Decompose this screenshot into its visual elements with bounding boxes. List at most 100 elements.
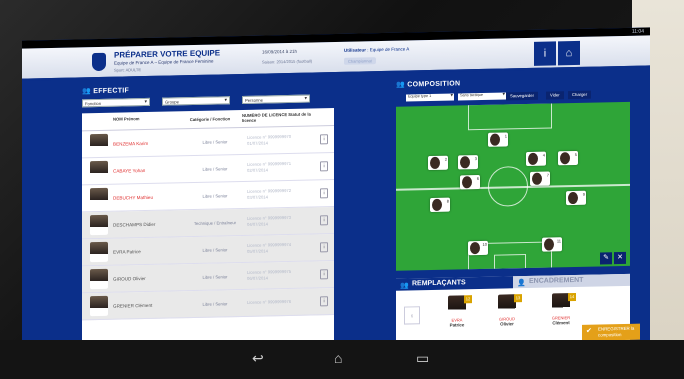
- user-info: Utilisateur : Equipe de France A: [344, 46, 410, 53]
- recents-icon[interactable]: ▭: [416, 350, 429, 367]
- home-icon: ⌂: [565, 47, 573, 60]
- edit-pencil-icon[interactable]: ✎: [600, 252, 612, 265]
- team-type-select[interactable]: Equipe type 1: [406, 93, 454, 102]
- player-licence: Licence n° 9999999971 02/07/2014: [247, 160, 292, 173]
- filter-groupe[interactable]: Groupe: [162, 96, 230, 106]
- player-number: 2: [444, 156, 447, 162]
- tactic-select[interactable]: Sans tactique: [458, 92, 506, 101]
- fff-logo-icon: [92, 52, 106, 72]
- effectif-title: EFFECTIF: [93, 87, 130, 96]
- page-subtitle-2: Sport: ADULTE: [114, 67, 142, 73]
- player-number: 1: [504, 133, 507, 139]
- tab-remplacants-label: REMPLAÇANTS: [412, 279, 466, 288]
- player-number: 3: [474, 156, 477, 162]
- save-icon: ✔: [586, 327, 592, 335]
- composition-selects: Equipe type 1 Sans tactique: [406, 92, 506, 102]
- pitch-player[interactable]: 10: [468, 240, 488, 256]
- player-name: GRENIER Clément: [113, 302, 153, 309]
- user-label: Utilisateur: [344, 47, 367, 53]
- staff-icon: 👤: [517, 280, 526, 288]
- player-info-button[interactable]: i: [320, 188, 328, 199]
- pitch-player[interactable]: 9: [566, 190, 586, 206]
- player-info-button[interactable]: i: [320, 296, 328, 307]
- avatar: [90, 295, 108, 317]
- avatar: [90, 187, 108, 209]
- team-tag[interactable]: Championnat: [344, 57, 376, 65]
- sub-number: 12: [464, 295, 472, 304]
- substitute-card[interactable]: 13 GIROUD Olivier: [492, 294, 522, 339]
- player-licence: Licence n° 9999999972 03/07/2014: [247, 187, 292, 200]
- player-name: EVRA Patrice: [113, 248, 141, 255]
- load-lineup-button[interactable]: Charger: [568, 90, 592, 100]
- player-name: DEBUCHY Mathieu: [113, 194, 153, 201]
- clear-lineup-button[interactable]: Vider: [546, 91, 564, 100]
- player-licence: Licence n° 9999999974 05/07/2014: [247, 241, 292, 254]
- filter-fonction[interactable]: Fonction: [82, 97, 150, 108]
- player-category: Technique / Entraîneur: [193, 219, 237, 226]
- pitch-player[interactable]: 11: [542, 237, 562, 252]
- bench-tabs: 👥 REMPLAÇANTS 👤 ENCADREMENT: [396, 273, 630, 291]
- save-lineup-button[interactable]: Sauvegarder: [506, 91, 538, 101]
- app-screen: 11:04 PRÉPARER VOTRE EQUIPE Equipe de Fr…: [22, 27, 650, 361]
- tab-remplacants[interactable]: 👥 REMPLAÇANTS: [396, 276, 513, 291]
- player-number: 9: [582, 191, 585, 197]
- home-button[interactable]: ⌂: [558, 40, 580, 66]
- close-icon[interactable]: ✕: [614, 251, 626, 265]
- col-name: NOM Prénom: [113, 116, 140, 122]
- info-button[interactable]: i: [534, 41, 556, 66]
- lineup-icon: 👥: [396, 81, 408, 89]
- tab-encadrement[interactable]: 👤 ENCADREMENT: [513, 273, 630, 289]
- col-licence: NUMÉRO DE LICENCE Statut de la licence: [242, 111, 311, 123]
- player-licence: Licence n° 9999999970 01/07/2014: [247, 133, 292, 146]
- player-info-button[interactable]: i: [320, 161, 328, 172]
- avatar: [90, 133, 108, 155]
- avatar: [90, 268, 108, 290]
- sub-number: 13: [514, 294, 522, 303]
- pitch-player[interactable]: 2: [428, 155, 448, 171]
- player-category: Libre / Senior: [202, 138, 228, 145]
- home-nav-icon[interactable]: ⌂: [334, 350, 342, 366]
- page-subtitle: Equipe de France A – Equipe de France Fe…: [114, 58, 214, 66]
- pitch-player[interactable]: 7: [530, 171, 550, 186]
- team-icon: 👥: [82, 88, 94, 96]
- player-row[interactable]: GRENIER Clément Libre / Senior Licence n° …: [82, 288, 334, 321]
- pitch-tools: ✎ ✕: [600, 251, 626, 265]
- pitch-player[interactable]: 6: [460, 174, 480, 190]
- player-list: NOM Prénom Catégorie / Fonction NUMÉRO D…: [82, 108, 334, 350]
- avatar: [90, 241, 108, 263]
- player-licence: Licence n° 9999999973 04/07/2014: [247, 214, 292, 227]
- pitch-player[interactable]: 5: [558, 150, 578, 166]
- goal-area: [494, 254, 526, 270]
- player-number: 11: [556, 238, 561, 244]
- filter-personne[interactable]: Personne: [242, 94, 310, 104]
- effectif-heading: 👥 EFFECTIF: [82, 86, 129, 95]
- substitute-card[interactable]: 14 GRENIER Clément: [546, 292, 576, 338]
- pitch-player[interactable]: 3: [458, 155, 478, 170]
- save-composition-button[interactable]: ✔ ENREGISTRER la composition: [582, 323, 640, 341]
- sub-firstname: Clément: [552, 320, 570, 326]
- player-info-button[interactable]: i: [320, 215, 328, 226]
- info-icon: i: [543, 47, 547, 60]
- status-time: 11:04: [631, 28, 644, 35]
- player-number: 7: [546, 172, 549, 178]
- player-number: 10: [482, 241, 487, 247]
- player-category: Libre / Senior: [202, 246, 228, 253]
- team-icon: 👥: [400, 282, 409, 290]
- effectif-filters: Fonction Groupe Personne: [82, 94, 310, 108]
- tab-encadrement-label: ENCADREMENT: [529, 276, 584, 285]
- back-icon[interactable]: ↩: [252, 350, 264, 367]
- player-info-button[interactable]: i: [320, 269, 328, 280]
- substitute-card[interactable]: 12 EVRA Patrice: [442, 295, 472, 340]
- top-penalty-box: [468, 102, 552, 131]
- empty-sub-slot[interactable]: 6: [404, 306, 420, 325]
- pitch-player[interactable]: 8: [430, 197, 450, 213]
- player-licence: Licence n° 9999999976: [247, 298, 292, 305]
- sub-number: 14: [568, 292, 576, 302]
- player-info-button[interactable]: i: [320, 242, 328, 253]
- pitch-player[interactable]: 1: [488, 132, 508, 147]
- center-circle: [488, 165, 528, 207]
- user-team: Equipe de France A: [369, 46, 410, 53]
- pitch-player[interactable]: 4: [526, 151, 546, 167]
- col-category: Catégorie / Fonction: [189, 116, 231, 123]
- player-info-button[interactable]: i: [320, 134, 328, 145]
